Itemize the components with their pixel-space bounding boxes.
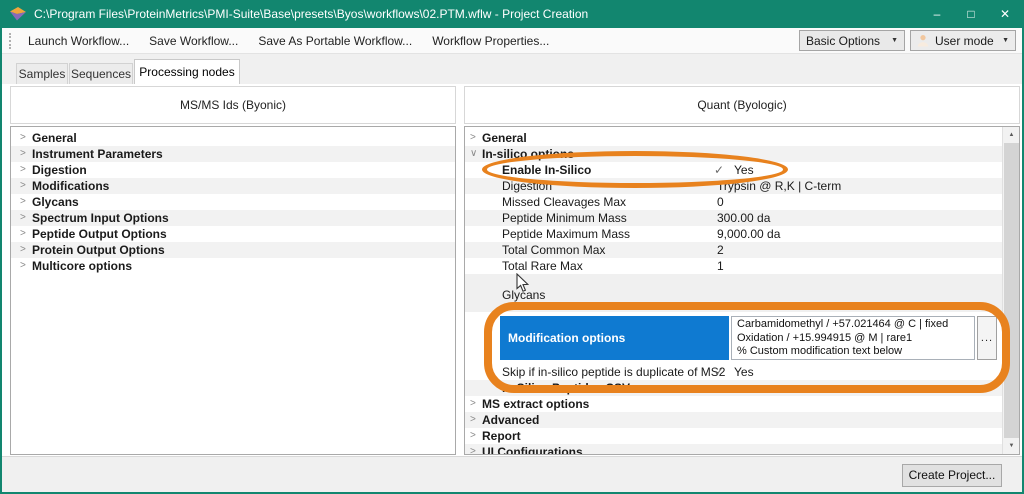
titlebar: C:\Program Files\ProteinMetrics\PMI-Suit… bbox=[2, 0, 1022, 28]
tab-samples[interactable]: Samples bbox=[16, 63, 68, 84]
msms-ids-tree: >General >Instrument Parameters >Digesti… bbox=[10, 126, 456, 455]
chevron-right-icon: > bbox=[20, 146, 26, 162]
vertical-scrollbar[interactable]: ▲ ▼ bbox=[1002, 127, 1019, 454]
row-digestion[interactable]: DigestionTrypsin @ R,K | C-term bbox=[465, 178, 1019, 194]
chevron-right-icon: > bbox=[20, 194, 26, 210]
toolbar: Launch Workflow... Save Workflow... Save… bbox=[2, 28, 1022, 54]
workflow-properties-button[interactable]: Workflow Properties... bbox=[422, 31, 559, 51]
modification-line: Carbamidomethyl / +57.021464 @ C | fixed bbox=[737, 318, 969, 332]
row-in-silico-peptides-csv[interactable]: In-Silico Peptides CSV bbox=[465, 380, 1019, 396]
row-total-common-max[interactable]: Total Common Max2 bbox=[465, 242, 1019, 258]
scrollbar-thumb[interactable] bbox=[1004, 143, 1019, 438]
tree-item-modifications[interactable]: >Modifications bbox=[11, 178, 455, 194]
modification-options-selected-cell[interactable]: Modification options bbox=[500, 316, 729, 360]
chevron-right-icon: > bbox=[20, 226, 26, 242]
tree-item-peptide-output-options[interactable]: >Peptide Output Options bbox=[11, 226, 455, 242]
chevron-right-icon: > bbox=[20, 130, 26, 146]
row-skip-if-duplicate[interactable]: Skip if in-silico peptide is duplicate o… bbox=[465, 364, 1019, 380]
right-panel-header: Quant (Byologic) bbox=[464, 86, 1020, 124]
row-peptide-minimum-mass[interactable]: Peptide Minimum Mass300.00 da bbox=[465, 210, 1019, 226]
tab-sequences[interactable]: Sequences bbox=[69, 63, 133, 84]
row-missed-cleavages-max[interactable]: Missed Cleavages Max0 bbox=[465, 194, 1019, 210]
chevron-right-icon: > bbox=[20, 242, 26, 258]
launch-workflow-button[interactable]: Launch Workflow... bbox=[18, 31, 139, 51]
window-title: C:\Program Files\ProteinMetrics\PMI-Suit… bbox=[34, 7, 588, 21]
chevron-down-icon: ▼ bbox=[891, 37, 898, 44]
row-enable-in-silico[interactable]: Enable In-Silico✓Yes bbox=[465, 162, 1019, 178]
scroll-up-icon[interactable]: ▲ bbox=[1003, 127, 1020, 143]
chevron-right-icon: > bbox=[470, 396, 476, 412]
chevron-down-icon: ∨ bbox=[470, 146, 477, 162]
quant-byologic-tree: >General ∨In-silico options Enable In-Si… bbox=[464, 126, 1020, 455]
chevron-right-icon: > bbox=[20, 258, 26, 274]
scroll-down-icon[interactable]: ▼ bbox=[1003, 438, 1020, 454]
row-peptide-maximum-mass[interactable]: Peptide Maximum Mass9,000.00 da bbox=[465, 226, 1019, 242]
modification-line: Oxidation / +15.994915 @ M | rare1 bbox=[737, 332, 969, 346]
footer-bar: Create Project... bbox=[2, 456, 1022, 492]
chevron-right-icon: > bbox=[20, 210, 26, 226]
chevron-right-icon: > bbox=[470, 130, 476, 146]
user-icon bbox=[917, 34, 929, 47]
tree-item-ms-extract-options[interactable]: >MS extract options bbox=[465, 396, 1019, 412]
tree-item-general-right[interactable]: >General bbox=[465, 130, 1019, 146]
toolbar-grip-handle[interactable] bbox=[9, 33, 11, 49]
row-glycans[interactable]: Glycans bbox=[465, 274, 1019, 312]
save-workflow-button[interactable]: Save Workflow... bbox=[139, 31, 248, 51]
check-icon: ✓ bbox=[714, 162, 724, 178]
modification-line: % Custom modification text below bbox=[737, 345, 969, 359]
modification-options-more-button[interactable]: ... bbox=[977, 316, 997, 360]
chevron-right-icon: > bbox=[470, 444, 476, 455]
tree-item-instrument-parameters[interactable]: >Instrument Parameters bbox=[11, 146, 455, 162]
chevron-down-icon: ▼ bbox=[1002, 37, 1009, 44]
basic-options-dropdown[interactable]: Basic Options ▼ bbox=[799, 30, 905, 51]
minimize-button[interactable]: – bbox=[920, 0, 954, 28]
maximize-button[interactable]: □ bbox=[954, 0, 988, 28]
content-area: MS/MS Ids (Byonic) Quant (Byologic) >Gen… bbox=[2, 84, 1022, 456]
row-modification-options[interactable]: Modification options Carbamidomethyl / +… bbox=[465, 312, 1019, 364]
modification-options-value-field[interactable]: Carbamidomethyl / +57.021464 @ C | fixed… bbox=[731, 316, 975, 360]
tree-item-glycans[interactable]: >Glycans bbox=[11, 194, 455, 210]
tab-processing-nodes[interactable]: Processing nodes bbox=[134, 59, 240, 84]
tree-item-multicore-options[interactable]: >Multicore options bbox=[11, 258, 455, 274]
save-as-portable-workflow-button[interactable]: Save As Portable Workflow... bbox=[248, 31, 422, 51]
chevron-right-icon: > bbox=[470, 412, 476, 428]
chevron-right-icon: > bbox=[20, 178, 26, 194]
tree-item-spectrum-input-options[interactable]: >Spectrum Input Options bbox=[11, 210, 455, 226]
tree-item-digestion[interactable]: >Digestion bbox=[11, 162, 455, 178]
chevron-right-icon: > bbox=[20, 162, 26, 178]
close-button[interactable]: ✕ bbox=[988, 0, 1022, 28]
app-icon bbox=[10, 7, 26, 21]
tree-item-ui-configurations[interactable]: >UI Configurations bbox=[465, 444, 1019, 455]
project-creation-window: C:\Program Files\ProteinMetrics\PMI-Suit… bbox=[0, 0, 1024, 494]
row-total-rare-max[interactable]: Total Rare Max1 bbox=[465, 258, 1019, 274]
tree-item-protein-output-options[interactable]: >Protein Output Options bbox=[11, 242, 455, 258]
chevron-right-icon: > bbox=[470, 428, 476, 444]
tree-item-in-silico-options[interactable]: ∨In-silico options bbox=[465, 146, 1019, 162]
tree-item-advanced[interactable]: >Advanced bbox=[465, 412, 1019, 428]
tree-item-report[interactable]: >Report bbox=[465, 428, 1019, 444]
tree-item-general[interactable]: >General bbox=[11, 130, 455, 146]
create-project-button[interactable]: Create Project... bbox=[902, 464, 1002, 487]
left-panel-header: MS/MS Ids (Byonic) bbox=[10, 86, 456, 124]
tab-strip: Samples Sequences Processing nodes bbox=[2, 54, 1022, 84]
user-mode-label: User mode bbox=[935, 34, 994, 48]
check-icon: ✓ bbox=[714, 364, 724, 380]
basic-options-label: Basic Options bbox=[806, 34, 880, 48]
user-mode-dropdown[interactable]: User mode ▼ bbox=[910, 30, 1016, 51]
